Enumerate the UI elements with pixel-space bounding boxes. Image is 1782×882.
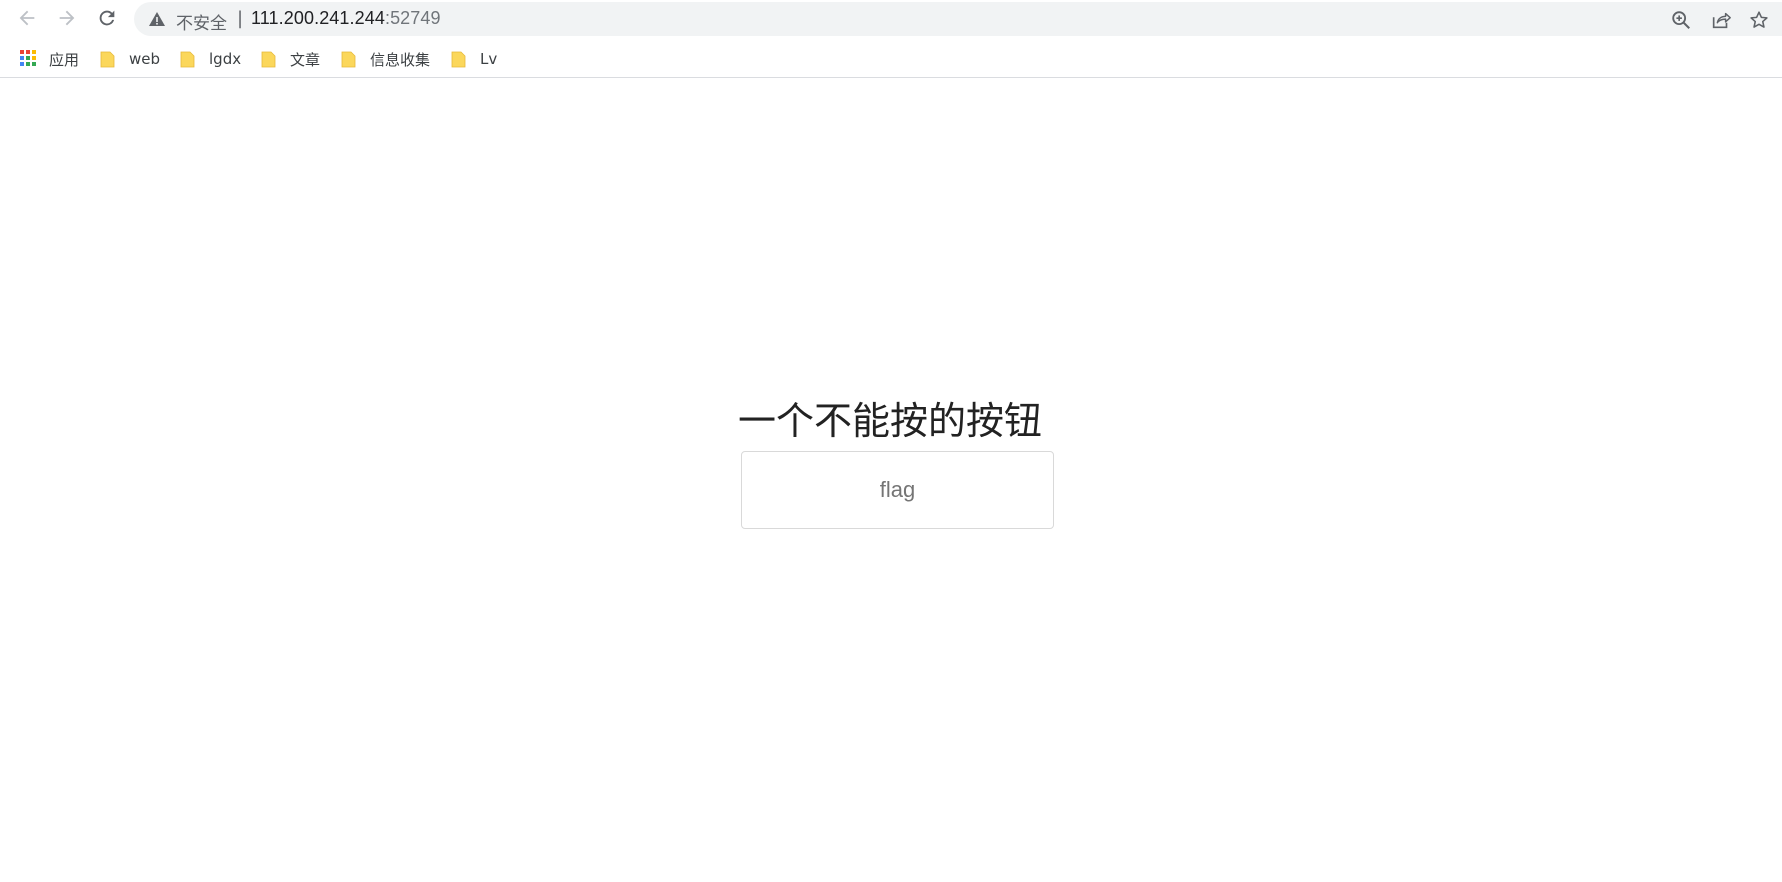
apps-grid-icon xyxy=(20,50,38,68)
share-icon[interactable] xyxy=(1710,9,1732,31)
warning-icon[interactable] xyxy=(148,11,166,27)
url-text[interactable]: 111.200.241.244:52749 xyxy=(251,8,441,29)
folder-icon xyxy=(341,51,356,67)
reload-icon xyxy=(99,10,115,26)
browser-toolbar: 不安全 | 111.200.241.244:52749 xyxy=(0,0,1782,36)
omnibox-separator: | xyxy=(237,8,244,29)
zoom-icon[interactable] xyxy=(1670,9,1692,31)
address-bar[interactable]: 不安全 | 111.200.241.244:52749 xyxy=(134,2,1782,36)
star-icon[interactable] xyxy=(1748,9,1770,31)
flag-button-label: flag xyxy=(879,477,916,502)
url-host: 111.200.241.244 xyxy=(251,8,385,28)
bookmark-label: 应用 xyxy=(49,50,80,69)
folder-icon xyxy=(451,51,466,67)
forward-button[interactable] xyxy=(51,2,83,34)
url-port: :52749 xyxy=(384,8,441,28)
folder-icon xyxy=(261,51,276,67)
bookmark-label: Lv xyxy=(480,50,498,68)
bookmark-folder-info-gathering[interactable]: 信息收集 xyxy=(341,48,430,70)
folder-icon xyxy=(100,51,115,67)
security-label[interactable]: 不安全 xyxy=(176,9,227,34)
bookmarks-bar: 应用 web lgdx 文章 信息收集 Lv xyxy=(0,40,1782,78)
page-content: 一个不能按的按钮 flag xyxy=(0,79,1782,882)
bookmark-label: 文章 xyxy=(290,50,321,69)
flag-button[interactable]: flag xyxy=(741,451,1054,529)
page-title: 一个不能按的按钮 xyxy=(738,399,1043,443)
bookmark-apps[interactable]: 应用 xyxy=(20,48,79,70)
bookmark-folder-articles[interactable]: 文章 xyxy=(261,48,320,70)
folder-icon xyxy=(180,51,195,67)
back-button[interactable] xyxy=(11,2,43,34)
bookmark-folder-lv[interactable]: Lv xyxy=(451,48,497,70)
reload-button[interactable] xyxy=(91,2,123,34)
arrow-left-icon xyxy=(19,10,35,26)
bookmark-label: lgdx xyxy=(209,50,242,68)
arrow-right-icon xyxy=(59,10,75,26)
bookmark-folder-web[interactable]: web xyxy=(100,48,160,70)
bookmark-folder-lgdx[interactable]: lgdx xyxy=(180,48,241,70)
bookmark-label: 信息收集 xyxy=(370,50,431,69)
bookmark-label: web xyxy=(129,50,161,68)
